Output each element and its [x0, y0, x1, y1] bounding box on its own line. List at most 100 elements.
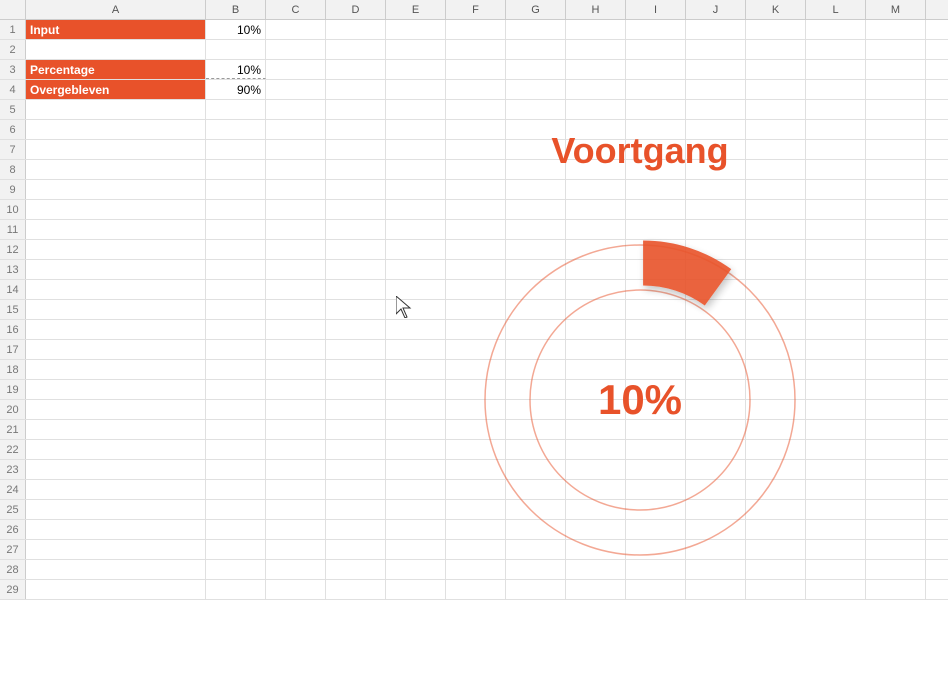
cell-b2[interactable] [206, 40, 266, 59]
cell-empty[interactable] [866, 80, 926, 99]
cell-a12[interactable] [26, 240, 206, 259]
cell-empty[interactable] [746, 100, 806, 119]
cell-a2[interactable] [26, 40, 206, 59]
cell-b1[interactable]: 10% [206, 20, 266, 39]
cell-empty[interactable] [326, 240, 386, 259]
cell-b5[interactable] [206, 100, 266, 119]
cell-empty[interactable] [266, 360, 326, 379]
cell-empty[interactable] [326, 500, 386, 519]
cell-a22[interactable] [26, 440, 206, 459]
cell-empty[interactable] [326, 480, 386, 499]
cell-empty[interactable] [506, 40, 566, 59]
cell-a21[interactable] [26, 420, 206, 439]
cell-b26[interactable] [206, 520, 266, 539]
cell-empty[interactable] [446, 40, 506, 59]
cell-a29[interactable] [26, 580, 206, 599]
cell-b14[interactable] [206, 280, 266, 299]
cell-empty[interactable] [446, 100, 506, 119]
cell-a23[interactable] [26, 460, 206, 479]
col-header-b[interactable]: B [206, 0, 266, 19]
cell-empty[interactable] [266, 40, 326, 59]
cell-b10[interactable] [206, 200, 266, 219]
cell-a8[interactable] [26, 160, 206, 179]
cell-empty[interactable] [266, 580, 326, 599]
cell-b13[interactable] [206, 260, 266, 279]
cell-empty[interactable] [866, 100, 926, 119]
cell-empty[interactable] [386, 60, 446, 79]
cell-b16[interactable] [206, 320, 266, 339]
cell-a17[interactable] [26, 340, 206, 359]
cell-empty[interactable] [506, 80, 566, 99]
cell-empty[interactable] [266, 520, 326, 539]
cell-empty[interactable] [266, 300, 326, 319]
cell-empty[interactable] [266, 60, 326, 79]
cell-empty[interactable] [326, 100, 386, 119]
cell-empty[interactable] [266, 280, 326, 299]
cell-b18[interactable] [206, 360, 266, 379]
cell-empty[interactable] [326, 360, 386, 379]
cell-empty[interactable] [686, 80, 746, 99]
cell-empty[interactable] [326, 560, 386, 579]
col-header-m[interactable]: M [866, 0, 926, 19]
cell-a5[interactable] [26, 100, 206, 119]
cell-empty[interactable] [326, 120, 386, 139]
cell-empty[interactable] [326, 300, 386, 319]
cell-empty[interactable] [326, 220, 386, 239]
cell-b3[interactable]: 10% [206, 60, 266, 79]
cell-b21[interactable] [206, 420, 266, 439]
cell-empty[interactable] [866, 40, 926, 59]
cell-empty[interactable] [806, 80, 866, 99]
cell-empty[interactable] [386, 20, 446, 39]
cell-b25[interactable] [206, 500, 266, 519]
cell-b28[interactable] [206, 560, 266, 579]
cell-empty[interactable] [266, 20, 326, 39]
cell-empty[interactable] [326, 320, 386, 339]
cell-empty[interactable] [326, 40, 386, 59]
cell-empty[interactable] [626, 20, 686, 39]
cell-empty[interactable] [326, 80, 386, 99]
cell-a9[interactable] [26, 180, 206, 199]
cell-b6[interactable] [206, 120, 266, 139]
cell-empty[interactable] [806, 40, 866, 59]
cell-empty[interactable] [566, 60, 626, 79]
cell-empty[interactable] [446, 20, 506, 39]
cell-empty[interactable] [326, 400, 386, 419]
cell-empty[interactable] [566, 40, 626, 59]
cell-empty[interactable] [326, 520, 386, 539]
cell-b19[interactable] [206, 380, 266, 399]
cell-empty[interactable] [326, 420, 386, 439]
cell-a10[interactable] [26, 200, 206, 219]
cell-empty[interactable] [386, 100, 446, 119]
cell-a3[interactable]: Percentage [26, 60, 206, 79]
cell-b27[interactable] [206, 540, 266, 559]
cell-empty[interactable] [566, 20, 626, 39]
col-header-k[interactable]: K [746, 0, 806, 19]
cell-empty[interactable] [746, 20, 806, 39]
cell-empty[interactable] [266, 560, 326, 579]
cell-empty[interactable] [446, 60, 506, 79]
cell-empty[interactable] [686, 20, 746, 39]
table-row[interactable]: 1Input10% [0, 20, 948, 40]
cell-empty[interactable] [266, 500, 326, 519]
cell-empty[interactable] [326, 460, 386, 479]
cell-b8[interactable] [206, 160, 266, 179]
cell-b20[interactable] [206, 400, 266, 419]
cell-empty[interactable] [686, 100, 746, 119]
cell-a19[interactable] [26, 380, 206, 399]
cell-empty[interactable] [746, 60, 806, 79]
col-header-c[interactable]: C [266, 0, 326, 19]
cell-empty[interactable] [266, 260, 326, 279]
cell-b23[interactable] [206, 460, 266, 479]
col-header-f[interactable]: F [446, 0, 506, 19]
table-row[interactable]: 5 [0, 100, 948, 120]
cell-empty[interactable] [266, 460, 326, 479]
cell-empty[interactable] [326, 340, 386, 359]
cell-empty[interactable] [326, 20, 386, 39]
cell-empty[interactable] [266, 180, 326, 199]
table-row[interactable]: 2 [0, 40, 948, 60]
cell-empty[interactable] [806, 20, 866, 39]
cell-b29[interactable] [206, 580, 266, 599]
cell-a28[interactable] [26, 560, 206, 579]
col-header-j[interactable]: J [686, 0, 746, 19]
cell-a20[interactable] [26, 400, 206, 419]
